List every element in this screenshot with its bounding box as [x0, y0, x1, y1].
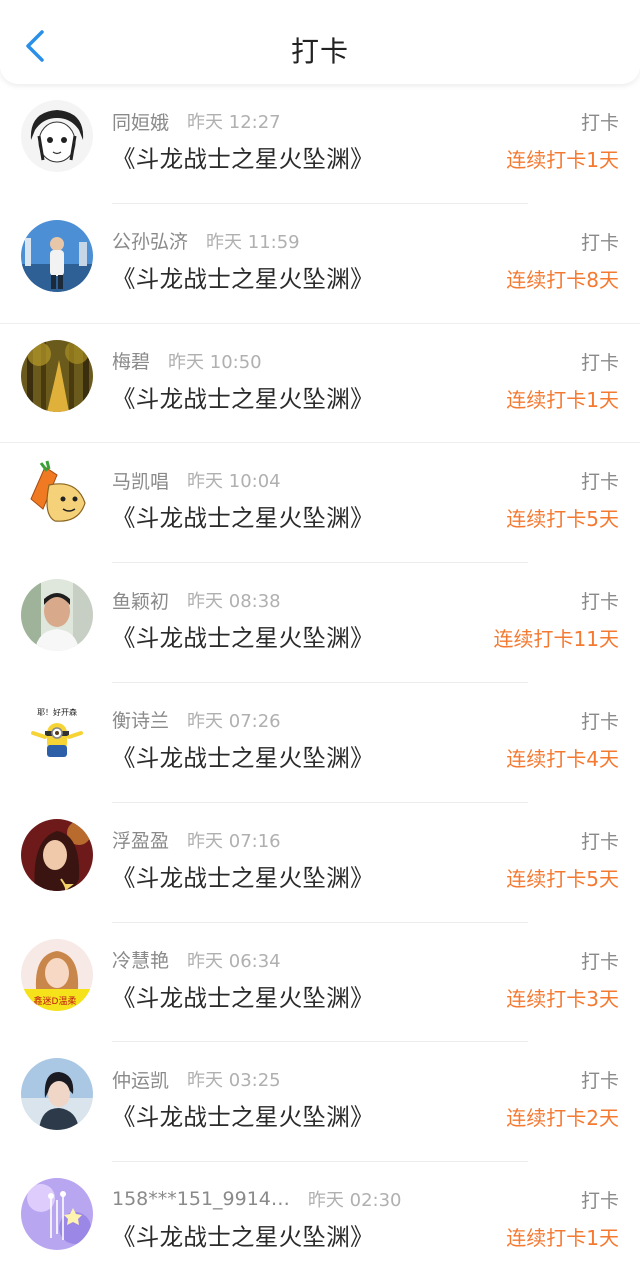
action-label: 打卡: [580, 231, 619, 254]
book-title[interactable]: 《斗龙战士之星火坠渊》: [112, 499, 374, 533]
user-line: 梅碧 昨天 10:50: [112, 348, 262, 374]
timestamp: 昨天 12:27: [187, 112, 281, 133]
avatar[interactable]: [21, 818, 93, 891]
username[interactable]: 冷慧艳: [112, 946, 169, 973]
timestamp: 昨天 08:38: [187, 591, 281, 613]
streak-label: 连续打卡8天: [506, 267, 619, 292]
svg-text:耶！好开森: 耶！好开森: [37, 707, 77, 717]
list-item[interactable]: 马凯唱 昨天 10:04 《斗龙战士之星火坠渊》 打卡 连续打卡5天: [0, 443, 640, 564]
action-label: 打卡: [580, 1190, 619, 1213]
book-title[interactable]: 《斗龙战士之星火坠渊》: [112, 1218, 374, 1252]
action-label: 打卡: [580, 351, 619, 374]
list-item[interactable]: 鱼颖初 昨天 08:38 《斗龙战士之星火坠渊》 打卡 连续打卡11天: [0, 563, 640, 683]
book-title[interactable]: 《斗龙战士之星火坠渊》: [112, 260, 374, 294]
list-item[interactable]: 公孙弘济 昨天 11:59 《斗龙战士之星火坠渊》 打卡 连续打卡8天: [0, 204, 640, 324]
action-label: 打卡: [580, 112, 619, 134]
username[interactable]: 马凯唱: [112, 467, 169, 494]
user-line: 同姮娥 昨天 12:27: [112, 108, 281, 134]
nav-bar: 打卡: [0, 0, 640, 84]
avatar[interactable]: [21, 219, 93, 292]
action-label: 打卡: [580, 710, 619, 733]
timestamp: 昨天 06:34: [187, 950, 281, 972]
user-line: 马凯唱 昨天 10:04: [112, 467, 281, 493]
list-item[interactable]: 仲运凯 昨天 03:25 《斗龙战士之星火坠渊》 打卡 连续打卡2天: [0, 1042, 640, 1163]
book-title[interactable]: 《斗龙战士之星火坠渊》: [112, 140, 374, 174]
timestamp: 昨天 11:59: [206, 231, 300, 253]
streak-label: 连续打卡11天: [493, 627, 619, 652]
book-title[interactable]: 《斗龙战士之星火坠渊》: [112, 739, 374, 773]
streak-label: 连续打卡1天: [506, 148, 619, 172]
username[interactable]: 仲运凯: [112, 1066, 169, 1093]
checkin-list: 同姮娥 昨天 12:27 《斗龙战士之星火坠渊》 打卡 连续打卡1天 公孙弘济 …: [0, 84, 640, 1282]
user-line: 公孙弘济 昨天 11:59: [112, 228, 300, 254]
timestamp: 昨天 10:04: [187, 471, 281, 493]
action-label: 打卡: [580, 591, 619, 614]
avatar[interactable]: [21, 459, 93, 532]
streak-label: 连续打卡5天: [506, 866, 619, 891]
user-line: 鱼颖初 昨天 08:38: [112, 587, 281, 613]
username[interactable]: 同姮娥: [112, 108, 169, 135]
avatar[interactable]: 鑫迷D温柔: [21, 938, 93, 1011]
timestamp: 昨天 02:30: [307, 1190, 402, 1212]
username[interactable]: 梅碧: [112, 347, 150, 374]
list-item[interactable]: 同姮娥 昨天 12:27 《斗龙战士之星火坠渊》 打卡 连续打卡1天: [0, 84, 640, 204]
timestamp: 昨天 07:26: [187, 710, 281, 732]
list-item[interactable]: 浮盈盈 昨天 07:16 《斗龙战士之星火坠渊》 打卡 连续打卡5天: [0, 803, 640, 923]
book-title[interactable]: 《斗龙战士之星火坠渊》: [112, 1098, 374, 1132]
user-line: 冷慧艳 昨天 06:34: [112, 947, 281, 973]
action-label: 打卡: [580, 830, 619, 853]
page-title: 打卡: [290, 35, 349, 68]
list-item[interactable]: 鑫迷D温柔 冷慧艳 昨天 06:34 《斗龙战士之星火坠渊》 打卡 连续打卡3天: [0, 923, 640, 1043]
action-label: 打卡: [580, 950, 619, 973]
user-line: 158***151_9914… 昨天 02:30: [112, 1186, 402, 1212]
list-item[interactable]: 耶！好开森 衡诗兰 昨天 07:26 《斗龙战士之星火坠渊》 打卡 连续打卡4天: [0, 683, 640, 803]
avatar[interactable]: [21, 1178, 93, 1251]
user-line: 衡诗兰 昨天 07:26: [112, 707, 281, 733]
action-label: 打卡: [580, 1070, 619, 1093]
streak-label: 连续打卡5天: [506, 507, 619, 532]
user-line: 仲运凯 昨天 03:25: [112, 1066, 281, 1092]
username[interactable]: 浮盈盈: [112, 826, 169, 853]
username[interactable]: 公孙弘济: [112, 227, 188, 254]
timestamp: 昨天 03:25: [187, 1070, 281, 1092]
avatar[interactable]: [21, 579, 93, 652]
streak-label: 连续打卡4天: [506, 746, 619, 771]
svg-text:鑫迷D温柔: 鑫迷D温柔: [34, 995, 77, 1007]
book-title[interactable]: 《斗龙战士之星火坠渊》: [112, 380, 374, 414]
timestamp: 昨天 10:50: [168, 351, 262, 373]
streak-label: 连续打卡3天: [506, 986, 619, 1011]
book-title[interactable]: 《斗龙战士之星火坠渊》: [112, 859, 374, 893]
book-title[interactable]: 《斗龙战士之星火坠渊》: [112, 979, 374, 1013]
username[interactable]: 158***151_9914…: [112, 1188, 290, 1210]
username[interactable]: 衡诗兰: [112, 706, 169, 733]
action-label: 打卡: [580, 471, 619, 494]
streak-label: 连续打卡1天: [506, 1226, 619, 1251]
avatar[interactable]: [21, 100, 93, 172]
user-line: 浮盈盈 昨天 07:16: [112, 827, 281, 853]
username[interactable]: 鱼颖初: [112, 587, 169, 614]
streak-label: 连续打卡2天: [506, 1106, 619, 1131]
avatar[interactable]: [21, 339, 93, 412]
list-item[interactable]: 梅碧 昨天 10:50 《斗龙战士之星火坠渊》 打卡 连续打卡1天: [0, 324, 640, 444]
timestamp: 昨天 07:16: [187, 830, 281, 852]
avatar[interactable]: 耶！好开森: [21, 698, 93, 771]
book-title[interactable]: 《斗龙战士之星火坠渊》: [112, 619, 374, 653]
avatar[interactable]: [21, 1058, 93, 1131]
streak-label: 连续打卡1天: [506, 387, 619, 412]
